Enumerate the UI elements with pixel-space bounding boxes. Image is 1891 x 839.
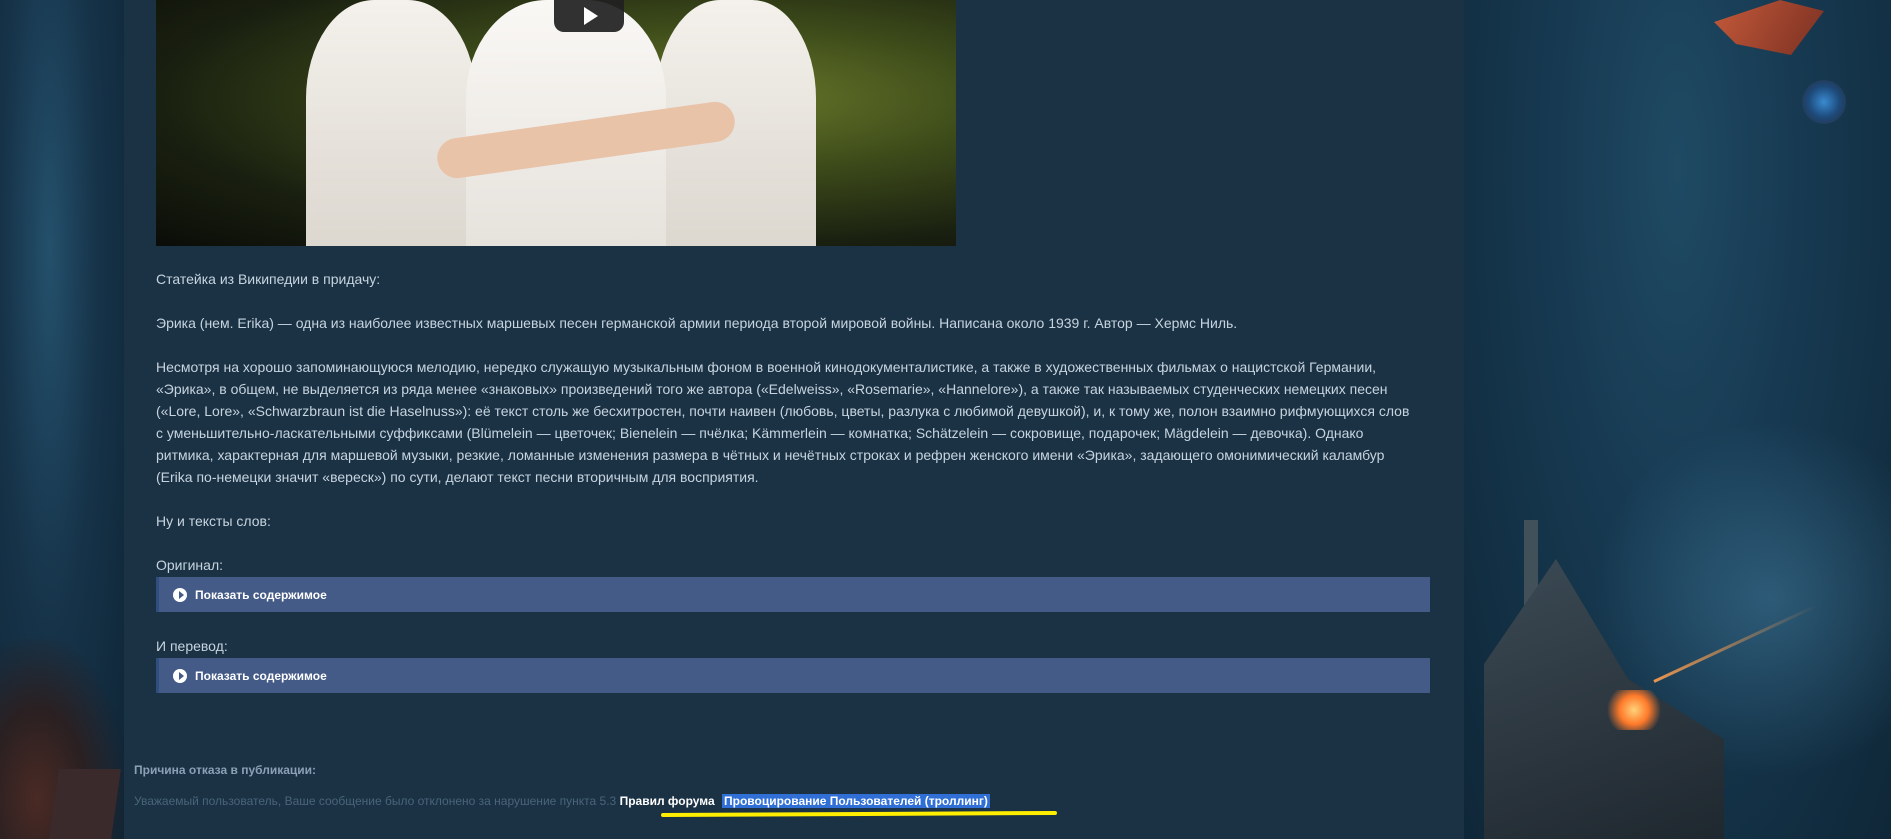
- post-intro-text: Статейка из Википедии в придачу:: [156, 271, 381, 287]
- play-icon: [584, 7, 598, 25]
- spoiler-translation-button[interactable]: Показать содержимое: [156, 658, 1430, 693]
- embedded-video[interactable]: [156, 0, 956, 246]
- lyrics-intro-text: Ну и тексты слов:: [156, 513, 271, 529]
- original-label: Оригинал:: [156, 557, 223, 573]
- background-spacecraft: [1714, 0, 1824, 55]
- video-figure: [306, 0, 476, 246]
- background-left-art: [0, 0, 124, 839]
- chevron-right-circle-icon: [173, 587, 187, 602]
- background-debris: [49, 769, 121, 839]
- highlighted-rule[interactable]: Провоцирование Пользователей (троллинг): [722, 794, 990, 808]
- chevron-right-circle-icon: [173, 668, 187, 683]
- moderation-reason-title: Причина отказа в публикации:: [134, 763, 317, 777]
- video-play-button[interactable]: [554, 0, 624, 32]
- moderation-reason-text: Уважаемый пользователь, Ваше сообщение б…: [134, 794, 617, 808]
- translation-label: И перевод:: [156, 638, 228, 654]
- moderation-reason-line: Уважаемый пользователь, Ваше сообщение б…: [134, 794, 990, 808]
- forum-rules-link[interactable]: Правил форума: [620, 794, 715, 808]
- wiki-paragraph-2: Несмотря на хорошо запоминающуюся мелоди…: [156, 359, 1410, 485]
- spoiler-label: Показать содержимое: [195, 587, 327, 602]
- spoiler-label: Показать содержимое: [195, 668, 327, 683]
- wiki-paragraph-1: Эрика (нем. Erika) — одна из наиболее из…: [156, 315, 1238, 331]
- background-drone: [1802, 80, 1846, 124]
- post-content: Статейка из Википедии в придачу: Эрика (…: [124, 0, 1464, 839]
- background-right-art: [1464, 0, 1891, 839]
- spoiler-original-button[interactable]: Показать содержимое: [156, 577, 1430, 612]
- background-explosion: [1604, 690, 1664, 730]
